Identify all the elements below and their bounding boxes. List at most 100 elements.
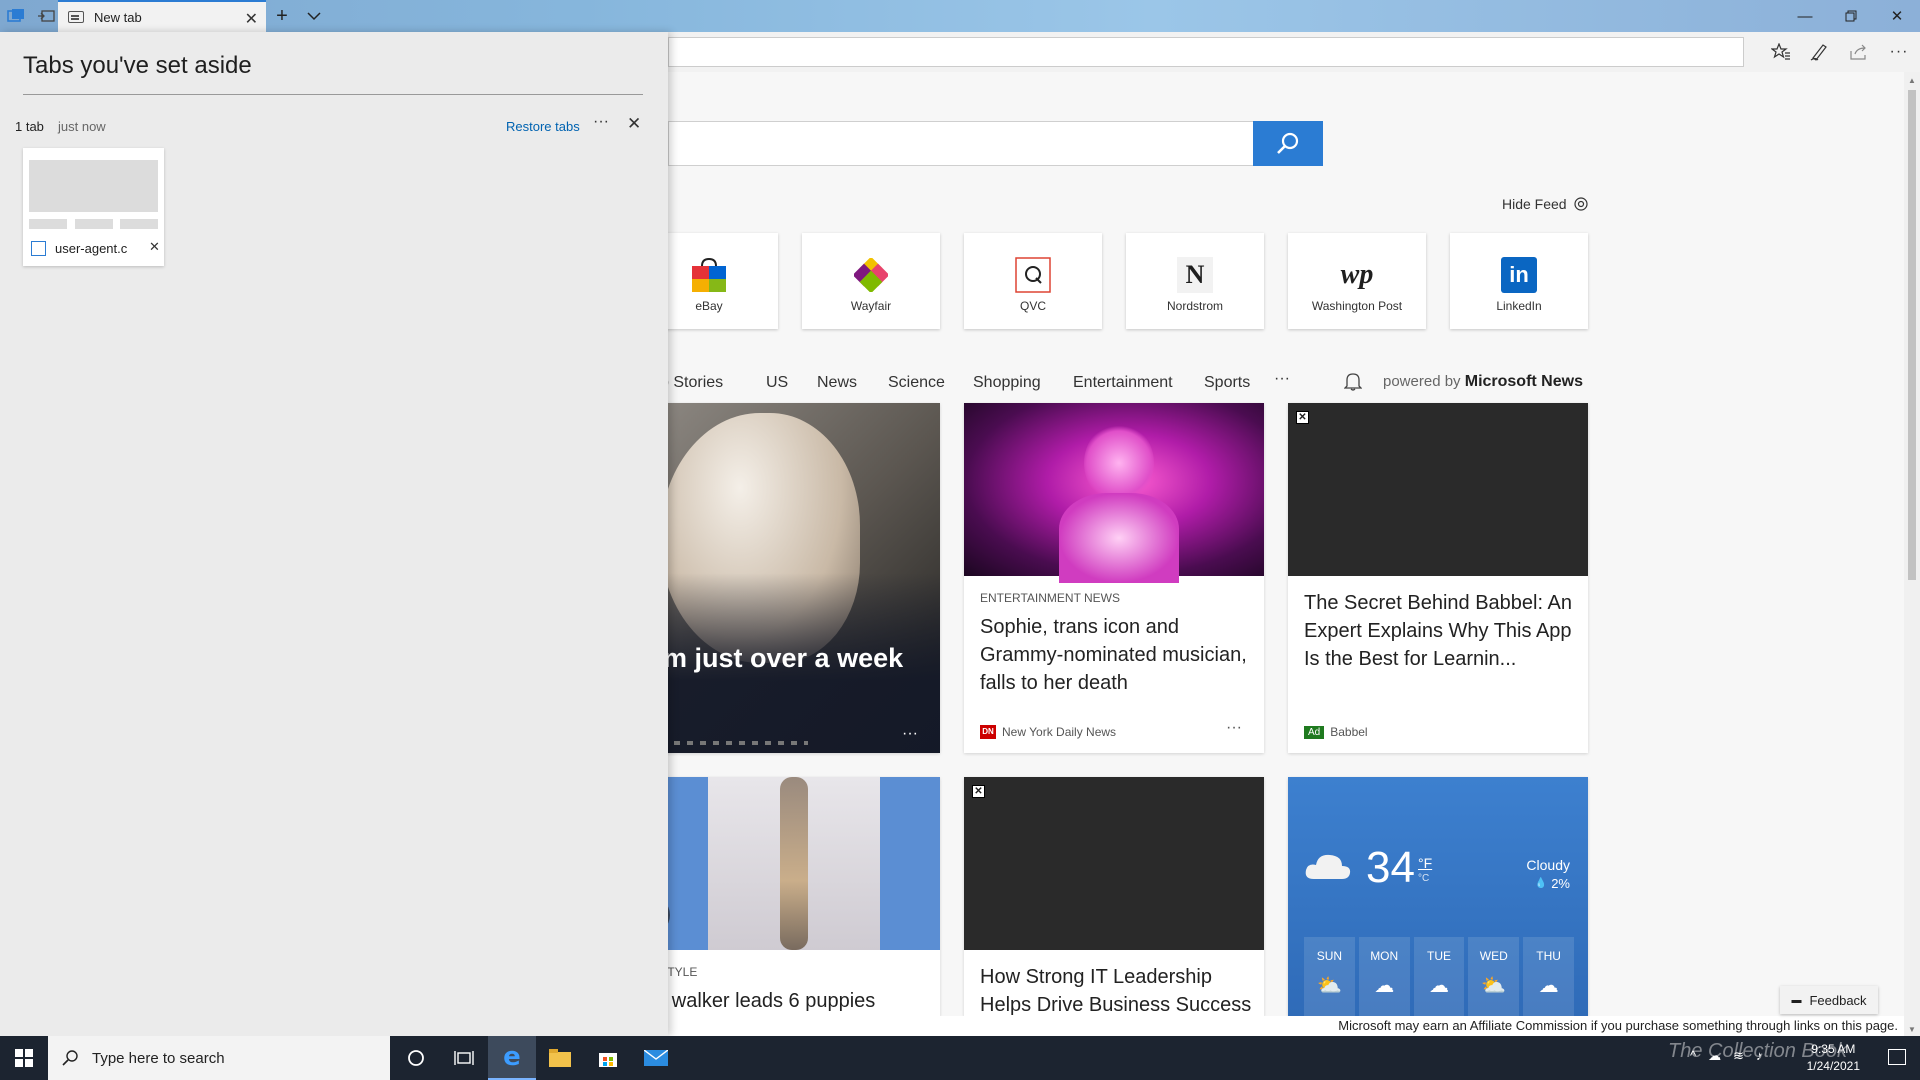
tile-wayfair[interactable]: Wayfair — [802, 233, 940, 329]
page-favicon-icon — [31, 241, 46, 256]
edge-taskbar-icon[interactable]: e — [488, 1036, 536, 1080]
tile-label: eBay — [695, 299, 723, 313]
cortana-icon[interactable] — [392, 1036, 440, 1080]
page-scrollbar[interactable]: ▲ ▼ — [1904, 72, 1920, 1036]
tabs-aside-icon[interactable] — [6, 6, 26, 26]
set-aside-tab-card[interactable]: user-agent.c ✕ — [23, 148, 164, 266]
forecast-day[interactable]: TUE ☁ — [1413, 937, 1465, 1017]
taskbar-search-input[interactable]: Type here to search — [48, 1036, 390, 1080]
tile-linkedin[interactable]: in LinkedIn — [1450, 233, 1588, 329]
day-label: THU — [1536, 949, 1561, 963]
scrollbar-thumb[interactable] — [1908, 90, 1916, 580]
washington-post-logo-icon: wp — [1340, 259, 1374, 290]
feedback-button[interactable]: ▬ Feedback — [1780, 986, 1878, 1014]
forecast-day[interactable]: MON ☁ — [1358, 937, 1410, 1017]
store-icon[interactable] — [584, 1036, 632, 1080]
ad-badge: Ad — [1304, 725, 1325, 739]
nav-more-button[interactable]: ··· — [1274, 370, 1290, 388]
nav-shopping[interactable]: Shopping — [973, 374, 1041, 392]
tray-chevron-icon[interactable]: ^ — [1690, 1048, 1696, 1064]
bell-icon[interactable] — [1343, 371, 1363, 396]
chevron-down-icon[interactable] — [304, 6, 324, 26]
restore-button[interactable] — [1828, 0, 1874, 32]
snow-icon: ☁ — [1538, 975, 1559, 997]
nav-top-stories[interactable]: p Stories — [660, 374, 723, 392]
day-label: MON — [1370, 949, 1399, 963]
it-leadership-ad-card[interactable]: ✕ How Strong IT Leadership Helps Drive B… — [964, 777, 1264, 1017]
sophie-news-card[interactable]: ENTERTAINMENT NEWS Sophie, trans icon an… — [964, 403, 1264, 753]
system-tray[interactable]: ^ ☁ ≋ ♪ — [1690, 1048, 1763, 1064]
cloud-icon — [1304, 851, 1352, 886]
pen-icon[interactable] — [1808, 41, 1830, 63]
ad-image-placeholder: ✕ — [1288, 403, 1588, 576]
search-icon — [1277, 132, 1299, 154]
babbel-ad-card[interactable]: ✕ The Secret Behind Babbel: An Expert Ex… — [1288, 403, 1588, 753]
set-aside-tabs-icon[interactable] — [36, 6, 56, 26]
taskbar-search-placeholder: Type here to search — [92, 1049, 225, 1067]
more-icon[interactable]: ··· — [1888, 41, 1910, 63]
settings-gear-icon — [1573, 197, 1588, 211]
close-window-button[interactable]: ✕ — [1874, 0, 1920, 32]
scroll-up-icon[interactable]: ▲ — [1908, 76, 1916, 85]
card-headline: Sophie, trans icon and Grammy-nominated … — [980, 616, 1247, 694]
unit-f[interactable]: °F — [1418, 855, 1432, 871]
title-bar: New tab ✕ + — ✕ — [0, 0, 1920, 32]
remove-group-close-icon[interactable]: ✕ — [627, 114, 641, 134]
tab-thumbnail — [29, 160, 158, 212]
clock-date: 1/24/2021 — [1806, 1059, 1860, 1073]
sophie-image — [964, 403, 1264, 583]
nav-science[interactable]: Science — [888, 374, 945, 392]
taskbar-clock[interactable]: 9:35 AM 1/24/2021 — [1807, 1041, 1860, 1075]
favorites-icon[interactable] — [1770, 41, 1792, 63]
file-explorer-icon[interactable] — [536, 1036, 584, 1080]
ebay-bag-icon — [690, 257, 728, 293]
forecast-day[interactable]: WED ⛅ — [1468, 937, 1520, 1017]
weather-card[interactable]: 34 °F °C Cloudy 💧 2% SUN ⛅ MON ☁ TUE ☁ WED ⛅… — [1288, 777, 1588, 1017]
task-view-icon[interactable] — [440, 1036, 488, 1080]
forecast-day[interactable]: SUN ⛅ — [1304, 937, 1355, 1017]
volume-icon[interactable]: ♪ — [1756, 1048, 1763, 1064]
hero-news-card[interactable]: am just over a week ··· — [640, 403, 940, 753]
card-more-icon[interactable]: ··· — [902, 725, 918, 743]
nav-us[interactable]: US — [766, 374, 788, 392]
hide-feed-button[interactable]: Hide Feed — [1502, 196, 1589, 212]
wifi-icon[interactable]: ≋ — [1733, 1048, 1744, 1064]
group-more-icon[interactable]: ··· — [593, 113, 609, 131]
tile-qvc[interactable]: QVC — [964, 233, 1102, 329]
minimize-button[interactable]: — — [1782, 0, 1828, 32]
nav-news[interactable]: News — [817, 374, 857, 392]
tile-washington-post[interactable]: wp Washington Post — [1288, 233, 1426, 329]
network-icon[interactable]: ☁ — [1708, 1048, 1721, 1064]
nav-sports[interactable]: Sports — [1204, 374, 1250, 392]
raindrop-icon: 💧 — [1534, 878, 1548, 889]
partly-sunny-icon: ⛅ — [1316, 975, 1342, 997]
close-tab-icon[interactable]: ✕ — [245, 9, 258, 29]
broken-image-icon: ✕ — [1296, 411, 1309, 424]
tile-nordstrom[interactable]: N Nordstrom — [1126, 233, 1264, 329]
tile-label: Wayfair — [850, 299, 892, 313]
card-source: DN New York Daily News — [980, 725, 1116, 739]
feedback-icon: ▬ — [1791, 994, 1802, 1006]
clock-time: 9:35 AM — [1811, 1042, 1856, 1056]
tab-new-tab[interactable]: New tab ✕ — [58, 0, 266, 32]
search-button[interactable] — [1253, 121, 1323, 166]
nav-entertainment[interactable]: Entertainment — [1073, 374, 1173, 392]
forecast-day[interactable]: THU ☁ — [1523, 937, 1574, 1017]
address-input[interactable] — [668, 37, 1744, 67]
new-tab-icon[interactable]: + — [272, 5, 292, 27]
tile-label: LinkedIn — [1496, 299, 1542, 313]
share-icon[interactable] — [1848, 41, 1870, 63]
restore-tabs-link[interactable]: Restore tabs — [506, 119, 580, 134]
card-more-icon[interactable]: ··· — [1226, 719, 1242, 737]
mail-icon[interactable] — [632, 1036, 680, 1080]
dog-walker-card[interactable]: FESTYLE og walker leads 6 puppies — [640, 777, 940, 1017]
notifications-icon[interactable] — [1888, 1049, 1906, 1065]
unit-c[interactable]: °C — [1418, 873, 1429, 884]
scroll-down-icon[interactable]: ▼ — [1908, 1025, 1916, 1034]
web-search-input[interactable] — [668, 121, 1254, 166]
windows-start-icon[interactable] — [0, 1036, 48, 1080]
remove-tab-close-icon[interactable]: ✕ — [149, 239, 160, 255]
dog-image — [640, 777, 940, 950]
snow-icon: ☁ — [1428, 975, 1449, 997]
carousel-dots[interactable] — [648, 741, 808, 745]
